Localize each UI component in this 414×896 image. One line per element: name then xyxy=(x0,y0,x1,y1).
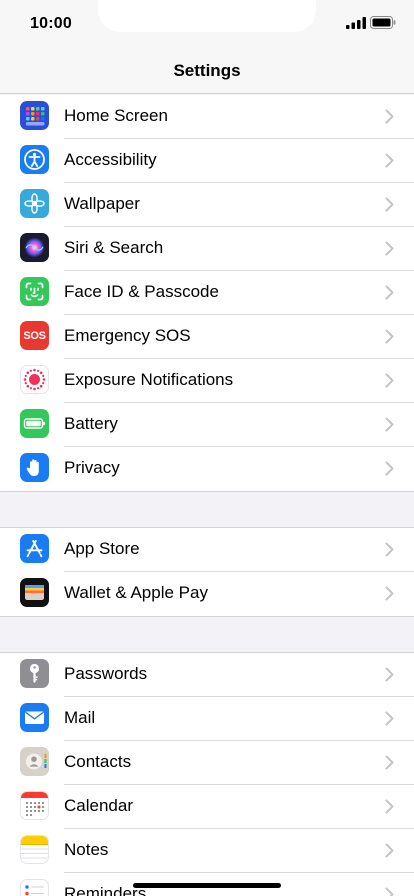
chevron-right-icon xyxy=(385,461,394,476)
navigation-bar: Settings xyxy=(0,48,414,94)
settings-row-label: Passwords xyxy=(64,664,148,683)
contacts-icon xyxy=(20,747,49,776)
settings-row-home-screen[interactable]: Home Screen xyxy=(0,95,414,139)
notch xyxy=(98,0,316,32)
settings-row-privacy[interactable]: Privacy xyxy=(0,447,414,491)
cellular-signal-icon xyxy=(346,17,366,29)
home-indicator[interactable] xyxy=(133,883,281,888)
settings-group-system: Home Screen Accessibility Wallpaper Siri… xyxy=(0,95,414,492)
chevron-right-icon xyxy=(385,711,394,726)
settings-row-label: App Store xyxy=(64,539,140,558)
settings-row-exposure-notifications[interactable]: Exposure Notifications xyxy=(0,359,414,403)
settings-row-siri-search[interactable]: Siri & Search xyxy=(0,227,414,271)
settings-row-face-id[interactable]: Face ID & Passcode xyxy=(0,271,414,315)
settings-group-store: App Store Wallet & Apple Pay xyxy=(0,527,414,617)
settings-row-label: Siri & Search xyxy=(64,238,164,257)
settings-row-battery[interactable]: Battery xyxy=(0,403,414,447)
settings-row-label: Exposure Notifications xyxy=(64,370,234,389)
siri-icon xyxy=(20,233,49,262)
settings-row-label: Wallpaper xyxy=(64,194,140,213)
reminders-icon xyxy=(20,879,49,896)
settings-row-accessibility[interactable]: Accessibility xyxy=(0,139,414,183)
privacy-hand-icon xyxy=(20,453,49,482)
status-time: 10:00 xyxy=(30,15,72,32)
chevron-right-icon xyxy=(385,755,394,770)
settings-row-label: Calendar xyxy=(64,796,133,815)
settings-row-passwords[interactable]: Passwords xyxy=(0,653,414,697)
settings-row-contacts[interactable]: Contacts xyxy=(0,741,414,785)
chevron-right-icon xyxy=(385,197,394,212)
settings-row-notes[interactable]: Notes xyxy=(0,829,414,873)
wallet-icon xyxy=(20,578,49,607)
settings-row-label: Accessibility xyxy=(64,150,157,169)
chevron-right-icon xyxy=(385,887,394,896)
chevron-right-icon xyxy=(385,241,394,256)
battery-status-icon xyxy=(370,16,396,29)
settings-group-apps: Passwords Mail Contacts Calendar Notes R… xyxy=(0,652,414,896)
accessibility-icon xyxy=(20,145,49,174)
settings-row-label: Contacts xyxy=(64,752,132,771)
settings-row-label: Wallet & Apple Pay xyxy=(64,583,208,602)
settings-row-emergency-sos[interactable]: SOS Emergency SOS xyxy=(0,315,414,359)
page-title: Settings xyxy=(173,61,241,80)
settings-row-mail[interactable]: Mail xyxy=(0,697,414,741)
battery-icon xyxy=(20,409,49,438)
sos-icon-text: SOS xyxy=(23,329,46,342)
chevron-right-icon xyxy=(385,843,394,858)
chevron-right-icon xyxy=(385,667,394,682)
settings-row-label: Notes xyxy=(64,840,109,859)
app-store-icon xyxy=(20,534,49,563)
face-id-icon xyxy=(20,277,49,306)
home-screen-icon xyxy=(20,101,49,130)
settings-row-label: Mail xyxy=(64,708,96,727)
chevron-right-icon xyxy=(385,799,394,814)
chevron-right-icon xyxy=(385,373,394,388)
chevron-right-icon xyxy=(385,285,394,300)
key-icon xyxy=(20,659,49,688)
sos-icon: SOS xyxy=(20,321,49,350)
settings-row-wallpaper[interactable]: Wallpaper xyxy=(0,183,414,227)
settings-row-calendar[interactable]: Calendar xyxy=(0,785,414,829)
chevron-right-icon xyxy=(385,329,394,344)
settings-row-label: Privacy xyxy=(64,458,120,477)
exposure-notifications-icon xyxy=(20,365,49,394)
chevron-right-icon xyxy=(385,153,394,168)
wallpaper-icon xyxy=(20,189,49,218)
settings-row-label: Face ID & Passcode xyxy=(64,282,219,301)
settings-row-app-store[interactable]: App Store xyxy=(0,528,414,572)
chevron-right-icon xyxy=(385,542,394,557)
mail-icon xyxy=(20,703,49,732)
chevron-right-icon xyxy=(385,109,394,124)
chevron-right-icon xyxy=(385,417,394,432)
settings-row-label: Home Screen xyxy=(64,106,168,125)
status-bar: 10:00 xyxy=(0,0,414,48)
chevron-right-icon xyxy=(385,586,394,601)
settings-row-wallet[interactable]: Wallet & Apple Pay xyxy=(0,572,414,616)
calendar-icon xyxy=(20,791,49,820)
settings-row-label: Battery xyxy=(64,414,118,433)
notes-icon xyxy=(20,835,49,864)
settings-list: Home Screen Accessibility Wallpaper Siri… xyxy=(0,95,414,896)
settings-row-label: Emergency SOS xyxy=(64,326,191,345)
